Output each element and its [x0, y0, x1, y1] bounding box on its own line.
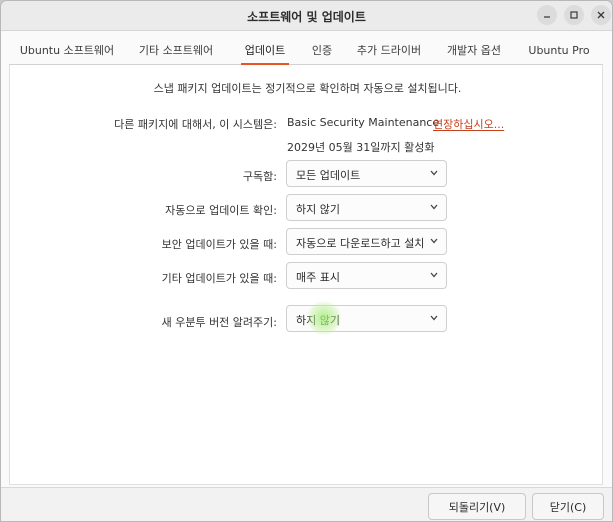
- maintenance-value: Basic Security Maintenance: [287, 116, 440, 129]
- dialog-footer: 되돌리기(V) 닫기(C): [1, 487, 612, 521]
- notify-version-combo-value: 하지 않기: [296, 314, 340, 327]
- close-icon[interactable]: [591, 5, 611, 25]
- other-packages-label: 다른 패키지에 대해서, 이 시스템은:: [114, 118, 277, 131]
- title-bar[interactable]: 소프트웨어 및 업데이트: [1, 1, 612, 31]
- chevron-down-icon: [430, 315, 438, 321]
- subscribed-combo-value: 모든 업데이트: [296, 169, 361, 182]
- revert-button[interactable]: 되돌리기(V): [428, 493, 526, 520]
- software-updates-window: 소프트웨어 및 업데이트 Ubuntu 소프트웨어 기타 소프트웨어 업데이트 …: [0, 0, 613, 522]
- notify-version-label: 새 우분투 버전 알려주기:: [161, 316, 277, 329]
- maximize-icon[interactable]: [564, 5, 584, 25]
- minimize-icon[interactable]: [537, 5, 557, 25]
- auto-check-combo[interactable]: 하지 않기: [286, 194, 447, 221]
- chevron-down-icon: [430, 272, 438, 278]
- security-updates-combo[interactable]: 자동으로 다운로드하고 설치: [286, 228, 447, 255]
- security-updates-combo-value: 자동으로 다운로드하고 설치: [296, 237, 425, 250]
- other-updates-combo[interactable]: 매주 표시: [286, 262, 447, 289]
- notify-version-combo[interactable]: 하지 않기: [286, 305, 447, 332]
- other-updates-combo-value: 매주 표시: [296, 271, 340, 284]
- snap-info-text: 스냅 패키지 업데이트는 정기적으로 확인하며 자동으로 설치됩니다.: [153, 82, 462, 95]
- security-updates-label: 보안 업데이트가 있을 때:: [161, 238, 277, 251]
- active-until-text: 2029년 05월 31일까지 활성화: [287, 141, 435, 154]
- window-title: 소프트웨어 및 업데이트: [247, 10, 366, 24]
- tab-ubuntu-pro[interactable]: Ubuntu Pro: [521, 38, 597, 64]
- chevron-down-icon: [430, 170, 438, 176]
- tab-authentication[interactable]: 인증: [305, 38, 339, 64]
- tab-other-software[interactable]: 기타 소프트웨어: [133, 38, 219, 64]
- auto-check-label: 자동으로 업데이트 확인:: [165, 204, 277, 217]
- other-updates-label: 기타 업데이트가 있을 때:: [161, 272, 277, 285]
- tab-ubuntu-software[interactable]: Ubuntu 소프트웨어: [17, 38, 117, 64]
- chevron-down-icon: [430, 204, 438, 210]
- subscribed-combo[interactable]: 모든 업데이트: [286, 160, 447, 187]
- close-button[interactable]: 닫기(C): [532, 493, 604, 520]
- chevron-down-icon: [430, 238, 438, 244]
- tab-updates[interactable]: 업데이트: [235, 38, 295, 65]
- tab-developer-options[interactable]: 개발자 옵션: [441, 38, 507, 64]
- auto-check-combo-value: 하지 않기: [296, 203, 340, 216]
- subscribed-label: 구독함:: [242, 170, 277, 183]
- tab-additional-drivers[interactable]: 추가 드라이버: [351, 38, 427, 64]
- tab-bar: Ubuntu 소프트웨어 기타 소프트웨어 업데이트 인증 추가 드라이버 개발…: [9, 38, 603, 65]
- extend-link[interactable]: 연장하십시오...: [433, 116, 504, 132]
